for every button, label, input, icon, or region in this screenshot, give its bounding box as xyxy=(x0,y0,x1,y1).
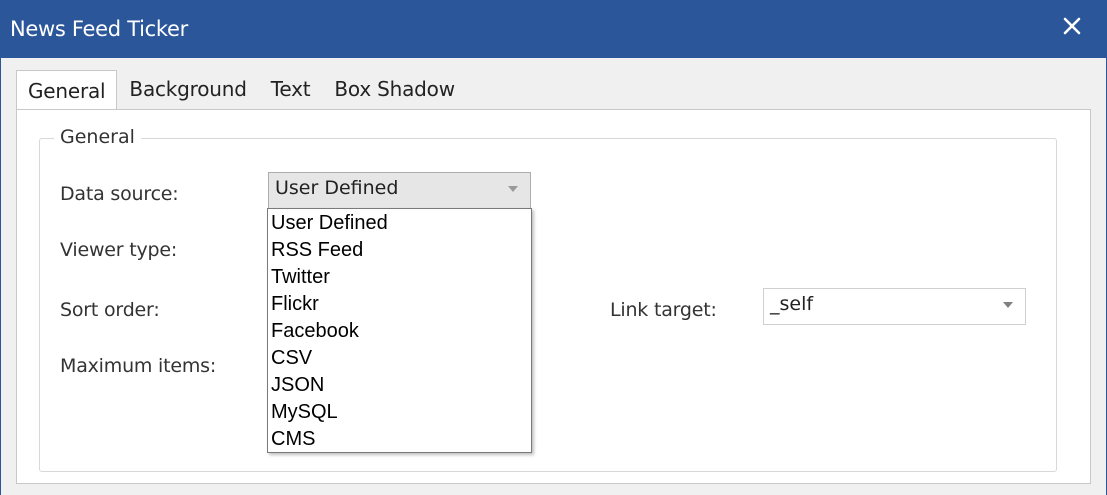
data-source-dropdown-list: User Defined RSS Feed Twitter Flickr Fac… xyxy=(267,208,532,453)
title-bar: News Feed Ticker xyxy=(1,0,1107,58)
dropdown-option-user-defined[interactable]: User Defined xyxy=(268,210,531,237)
dropdown-option-facebook[interactable]: Facebook xyxy=(268,318,531,345)
dropdown-option-cms[interactable]: CMS xyxy=(268,426,531,453)
close-icon xyxy=(1063,17,1081,35)
chevron-down-icon xyxy=(508,186,518,192)
data-source-label: Data source: xyxy=(60,183,179,205)
tab-box-shadow-label: Box Shadow xyxy=(334,77,455,101)
tab-background-label: Background xyxy=(129,77,247,101)
window-title: News Feed Ticker xyxy=(10,17,188,41)
link-target-label: Link target: xyxy=(610,299,717,321)
tab-text-label: Text xyxy=(270,77,311,101)
dropdown-option-flickr[interactable]: Flickr xyxy=(268,291,531,318)
data-source-value: User Defined xyxy=(275,177,399,199)
tab-strip: General Background Text Box Shadow xyxy=(16,70,467,111)
tab-general-label: General xyxy=(28,79,106,103)
group-legend: General xyxy=(54,126,141,148)
dropdown-option-mysql[interactable]: MySQL xyxy=(268,399,531,426)
dropdown-option-twitter[interactable]: Twitter xyxy=(268,264,531,291)
close-button[interactable] xyxy=(1050,6,1094,46)
dropdown-option-rss-feed[interactable]: RSS Feed xyxy=(268,237,531,264)
link-target-value: _self xyxy=(770,293,814,315)
tab-box-shadow[interactable]: Box Shadow xyxy=(322,70,466,108)
chevron-down-icon xyxy=(1003,302,1013,308)
tab-background[interactable]: Background xyxy=(117,70,258,108)
tab-text[interactable]: Text xyxy=(259,70,323,108)
data-source-select[interactable]: User Defined xyxy=(268,172,531,209)
dialog-window: News Feed Ticker General Background Text… xyxy=(0,0,1107,495)
dropdown-option-json[interactable]: JSON xyxy=(268,372,531,399)
tab-panel-general: General Data source: Viewer type: Sort o… xyxy=(16,109,1091,484)
maximum-items-label: Maximum items: xyxy=(60,355,217,377)
tab-general[interactable]: General xyxy=(16,70,118,111)
dropdown-option-csv[interactable]: CSV xyxy=(268,345,531,372)
sort-order-label: Sort order: xyxy=(60,299,160,321)
viewer-type-label: Viewer type: xyxy=(60,239,178,261)
link-target-select[interactable]: _self xyxy=(763,288,1026,325)
